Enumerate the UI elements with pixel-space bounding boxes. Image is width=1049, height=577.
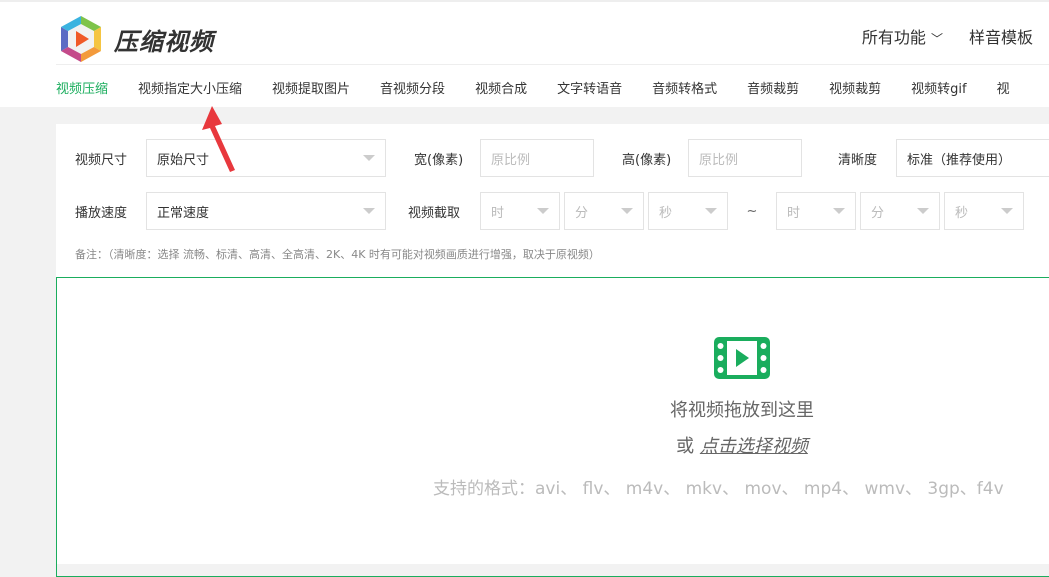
quality-label: 清晰度 bbox=[838, 152, 878, 168]
logo[interactable]: 压缩视频 bbox=[56, 14, 214, 64]
clip-label: 视频截取 bbox=[408, 205, 461, 221]
divider bbox=[56, 64, 1049, 65]
speed-select[interactable]: 正常速度 bbox=[146, 192, 386, 230]
nav-audio-cut[interactable]: 音频裁剪 bbox=[747, 78, 799, 97]
nav-tts[interactable]: 文字转语音 bbox=[557, 78, 622, 97]
nav-more[interactable]: 视 bbox=[997, 78, 1010, 97]
settings-card: 视频尺寸 原始尺寸 宽(像素) 原比例 高(像素) 原比例 清晰度 标准（推荐使… bbox=[56, 124, 1049, 577]
size-label: 视频尺寸 bbox=[75, 152, 128, 168]
start-hour-select[interactable]: 时 bbox=[480, 192, 560, 230]
nav-extract-images[interactable]: 视频提取图片 bbox=[272, 78, 350, 97]
caret-down-icon bbox=[363, 155, 375, 161]
or-text: 或 bbox=[676, 436, 695, 457]
header: 压缩视频 所有功能 ﹀ 样音模板 视频压缩 视频指定大小压缩 视频提取图片 音视… bbox=[0, 0, 1049, 107]
video-icon bbox=[714, 337, 770, 379]
start-second-select[interactable]: 秒 bbox=[648, 192, 728, 230]
note-text: 备注：（清晰度：选择 流畅、标清、高清、全高清、2K、4K 时有可能对视频画质进… bbox=[75, 248, 600, 261]
select-video-link[interactable]: 点击选择视频 bbox=[700, 436, 808, 457]
supported-formats: 支持的格式：avi、 flv、 m4v、 mkv、 mov、 mp4、 wmv、… bbox=[433, 479, 1004, 499]
drop-zone[interactable]: 将视频拖放到这里 或 点击选择视频 支持的格式：avi、 flv、 m4v、 m… bbox=[56, 277, 1049, 577]
end-hour-select[interactable]: 时 bbox=[776, 192, 856, 230]
height-label: 高(像素) bbox=[622, 152, 672, 168]
nav-merge[interactable]: 视频合成 bbox=[475, 78, 527, 97]
chevron-down-icon: ﹀ bbox=[930, 32, 943, 46]
tool-nav: 视频压缩 视频指定大小压缩 视频提取图片 音视频分段 视频合成 文字转语音 音频… bbox=[56, 78, 1010, 97]
drop-title: 将视频拖放到这里 bbox=[670, 400, 814, 421]
width-label: 宽(像素) bbox=[414, 152, 464, 168]
nav-video-compress[interactable]: 视频压缩 bbox=[56, 78, 108, 97]
red-arrow-annotation bbox=[202, 106, 235, 172]
end-minute-select[interactable]: 分 bbox=[860, 192, 940, 230]
quality-select[interactable]: 标准（推荐使用） bbox=[896, 139, 1049, 177]
range-tilde: ~ bbox=[746, 203, 758, 219]
logo-icon bbox=[61, 16, 101, 62]
logo-text: 压缩视频 bbox=[114, 27, 214, 56]
width-input[interactable]: 原比例 bbox=[480, 139, 594, 177]
nav-size-compress[interactable]: 视频指定大小压缩 bbox=[138, 78, 242, 97]
start-minute-select[interactable]: 分 bbox=[564, 192, 644, 230]
end-second-select[interactable]: 秒 bbox=[944, 192, 1024, 230]
nav-split[interactable]: 音视频分段 bbox=[380, 78, 445, 97]
speed-label: 播放速度 bbox=[75, 205, 128, 221]
all-features-menu[interactable]: 所有功能 ﹀ bbox=[862, 24, 943, 48]
voice-template-link[interactable]: 样音模板 bbox=[969, 24, 1033, 48]
height-input[interactable]: 原比例 bbox=[688, 139, 802, 177]
caret-down-icon bbox=[363, 208, 375, 214]
nav-video-cut[interactable]: 视频裁剪 bbox=[829, 78, 881, 97]
nav-audio-convert[interactable]: 音频转格式 bbox=[652, 78, 717, 97]
nav-video-gif[interactable]: 视频转gif bbox=[911, 78, 966, 97]
size-select[interactable]: 原始尺寸 bbox=[146, 139, 386, 177]
